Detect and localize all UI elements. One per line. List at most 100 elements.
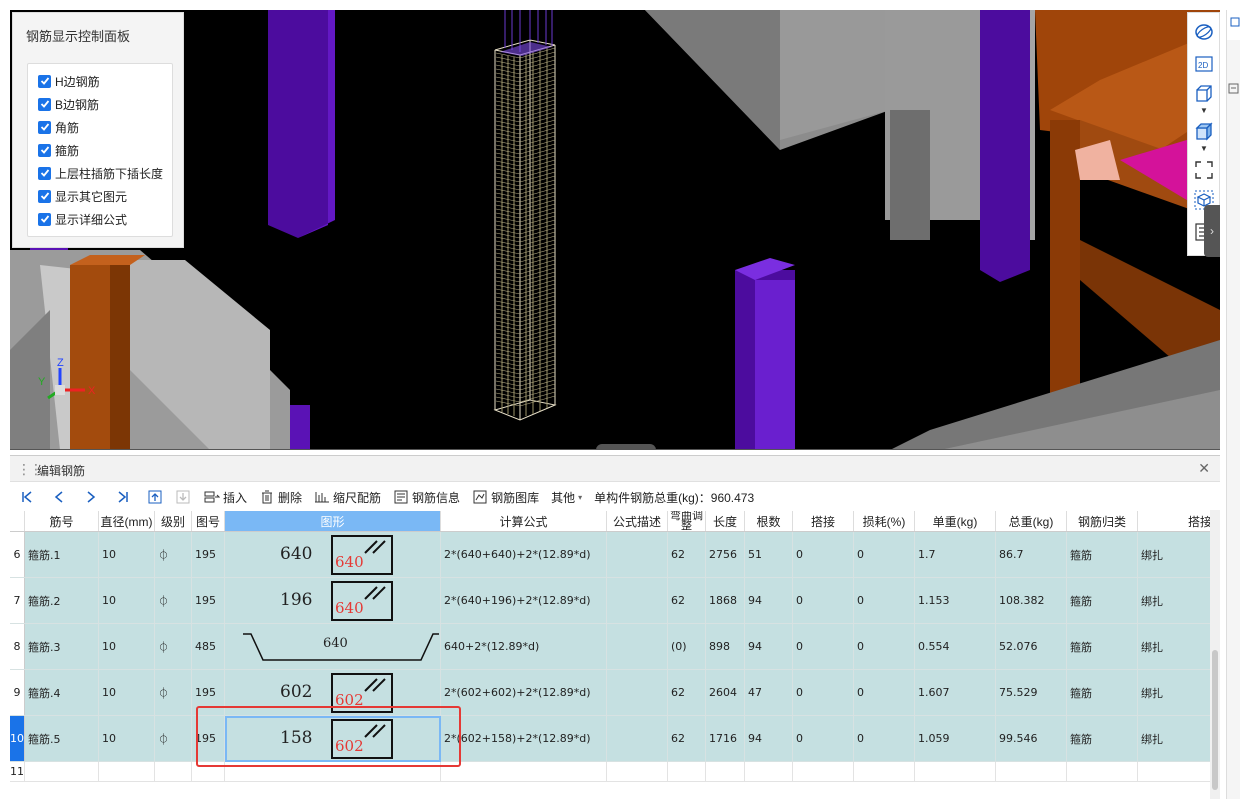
cell-lap-type[interactable]: 绑扎: [1137, 623, 1215, 670]
orbit-icon[interactable]: [1193, 21, 1215, 43]
checkbox-icon[interactable]: [38, 166, 51, 180]
cell-formula[interactable]: 640+2*(12.89*d): [440, 623, 607, 670]
delete-button[interactable]: 删除: [259, 489, 302, 506]
cell-count[interactable]: 94: [744, 623, 793, 670]
cell-bend[interactable]: 62: [667, 715, 706, 762]
empty-cell[interactable]: [24, 761, 99, 782]
cell-category[interactable]: 箍筋: [1066, 623, 1138, 670]
rebar-info-button[interactable]: 钢筋信息: [393, 489, 460, 506]
cell-desc[interactable]: [606, 577, 668, 624]
cell-unit-w[interactable]: 1.607: [914, 669, 996, 716]
column-header[interactable]: 弯曲调整: [667, 511, 706, 532]
insert-button[interactable]: 插入: [204, 489, 247, 506]
cell-fig-no[interactable]: 485: [191, 623, 225, 670]
checkbox-icon[interactable]: [38, 143, 51, 157]
last-row-icon[interactable]: [114, 488, 132, 506]
row-number[interactable]: 10: [10, 715, 25, 762]
option-show-other-elements[interactable]: 显示其它图元: [38, 187, 127, 205]
empty-cell[interactable]: [440, 761, 607, 782]
column-header[interactable]: 损耗(%): [853, 511, 915, 532]
empty-cell[interactable]: [1066, 761, 1138, 782]
cell-loss[interactable]: 0: [853, 623, 915, 670]
column-header[interactable]: 直径(mm): [98, 511, 155, 532]
checkbox-icon[interactable]: [38, 120, 51, 134]
2d-view-icon[interactable]: 2D: [1193, 53, 1215, 75]
cell-lap-type[interactable]: 绑扎: [1137, 669, 1215, 716]
cell-formula[interactable]: 2*(602+602)+2*(12.89*d): [440, 669, 607, 716]
checkbox-icon[interactable]: [38, 212, 51, 226]
cell-lap-type[interactable]: 绑扎: [1137, 715, 1215, 762]
cell-loss[interactable]: 0: [853, 577, 915, 624]
rebar-library-button[interactable]: 钢筋图库: [472, 489, 539, 506]
cell-desc[interactable]: [606, 715, 668, 762]
cell-grade[interactable]: ⏀: [154, 623, 192, 670]
cell-category[interactable]: 箍筋: [1066, 715, 1138, 762]
row-number[interactable]: 8: [10, 623, 25, 670]
cell-length[interactable]: 898: [705, 623, 745, 670]
cell-lap-type[interactable]: 绑扎: [1137, 577, 1215, 624]
cell-name[interactable]: 箍筋.5: [24, 715, 99, 762]
column-header[interactable]: 根数: [744, 511, 793, 532]
cell-loss[interactable]: 0: [853, 531, 915, 578]
cell-unit-w[interactable]: 1.153: [914, 577, 996, 624]
empty-cell[interactable]: [98, 761, 155, 782]
shape-dimension[interactable]: 196: [280, 590, 312, 610]
vertical-scrollbar[interactable]: [1210, 510, 1220, 799]
column-header[interactable]: 总重(kg): [995, 511, 1067, 532]
shape-dimension[interactable]: 640: [335, 599, 364, 617]
column-header[interactable]: 搭接: [792, 511, 854, 532]
collapse-bottom-panel-button[interactable]: ⌄: [596, 444, 656, 449]
3d-solid-icon[interactable]: [1193, 121, 1215, 143]
cell-bend[interactable]: (0): [667, 623, 706, 670]
move-down-icon[interactable]: [174, 488, 192, 506]
cell-bend[interactable]: 62: [667, 669, 706, 716]
checkbox-icon[interactable]: [38, 189, 51, 203]
column-header[interactable]: 搭接: [1137, 511, 1215, 532]
cell-length[interactable]: 1868: [705, 577, 745, 624]
empty-cell[interactable]: [606, 761, 668, 782]
option-corner-rebar[interactable]: 角筋: [38, 118, 79, 136]
3d-viewport[interactable]: Z X Y ⌄: [10, 10, 1220, 450]
cell-grade[interactable]: ⏀: [154, 669, 192, 716]
shape-cell[interactable]: 640 640: [224, 531, 441, 578]
cell-category[interactable]: 箍筋: [1066, 531, 1138, 578]
cell-fig-no[interactable]: 195: [191, 577, 225, 624]
cell-formula[interactable]: 2*(640+196)+2*(12.89*d): [440, 577, 607, 624]
column-header[interactable]: 单重(kg): [914, 511, 996, 532]
empty-cell[interactable]: [1137, 761, 1215, 782]
table-row[interactable]: 7 箍筋.2 10 ⏀ 195 196 640 2*(640+196)+2*(12.89*d)…: [10, 577, 1215, 624]
cell-lap[interactable]: 0: [792, 715, 854, 762]
option-show-detailed-formula[interactable]: 显示详细公式: [38, 210, 127, 228]
fit-view-icon[interactable]: [1193, 159, 1215, 181]
row-number[interactable]: 7: [10, 577, 25, 624]
row-number[interactable]: 9: [10, 669, 25, 716]
empty-row[interactable]: 11: [10, 761, 1215, 782]
3d-box-icon[interactable]: [1193, 83, 1215, 105]
cell-lap-type[interactable]: 绑扎: [1137, 531, 1215, 578]
cell-name[interactable]: 箍筋.3: [24, 623, 99, 670]
shape-cell[interactable]: 196 640: [224, 577, 441, 624]
cell-loss[interactable]: 0: [853, 715, 915, 762]
cell-diameter[interactable]: 10: [98, 669, 155, 716]
cell-grade[interactable]: ⏀: [154, 577, 192, 624]
next-row-icon[interactable]: [82, 488, 100, 506]
empty-cell[interactable]: [853, 761, 915, 782]
other-menu-button[interactable]: 其他 ▾: [551, 489, 582, 506]
column-header[interactable]: 级别: [154, 511, 192, 532]
cell-desc[interactable]: [606, 531, 668, 578]
checkbox-icon[interactable]: [38, 97, 51, 111]
cell-category[interactable]: 箍筋: [1066, 577, 1138, 624]
cell-desc[interactable]: [606, 669, 668, 716]
cell-desc[interactable]: [606, 623, 668, 670]
cell-formula[interactable]: 2*(602+158)+2*(12.89*d): [440, 715, 607, 762]
cell-count[interactable]: 47: [744, 669, 793, 716]
column-header[interactable]: 筋号: [24, 511, 99, 532]
cell-count[interactable]: 94: [744, 577, 793, 624]
cell-name[interactable]: 箍筋.2: [24, 577, 99, 624]
shape-dimension[interactable]: 602: [280, 682, 312, 702]
column-header[interactable]: 长度: [705, 511, 745, 532]
dropdown-arrow-icon[interactable]: ▼: [1193, 143, 1215, 153]
cell-unit-w[interactable]: 1.7: [914, 531, 996, 578]
shape-dimension[interactable]: 640: [335, 553, 364, 571]
cell-total-w[interactable]: 99.546: [995, 715, 1067, 762]
